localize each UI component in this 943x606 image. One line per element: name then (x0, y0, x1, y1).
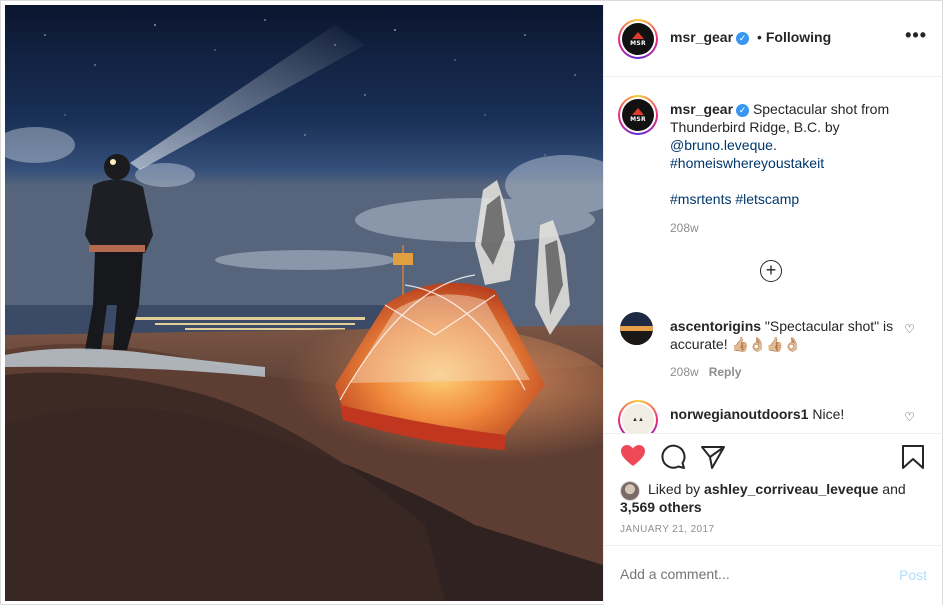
liker-username[interactable]: ashley_corriveau_leveque (704, 481, 878, 497)
comment-text: ascentorigins "Spectacular shot" is accu… (670, 317, 895, 353)
header-separator: • (756, 29, 762, 45)
profile-avatar[interactable]: MSR (618, 19, 658, 59)
caption-avatar[interactable]: MSR (618, 95, 658, 135)
bookmark-icon[interactable] (901, 444, 925, 475)
caption-time[interactable]: 208w (670, 221, 699, 235)
hashtag-letscamp[interactable]: #letscamp (735, 191, 799, 207)
following-button[interactable]: Following (766, 29, 831, 45)
caption-username[interactable]: msr_gear (670, 101, 733, 117)
comment-body: Nice! (812, 406, 845, 422)
norwegian-outdoors-logo-icon: ▲▲ (622, 404, 654, 433)
instagram-post: MSR msr_gear ✓ • Following ••• MSR msr_g… (0, 0, 943, 606)
comment-like-icon[interactable]: ♡ (904, 410, 915, 424)
plus-circle-icon[interactable]: + (760, 260, 782, 282)
comment-username[interactable]: norwegianoutdoors1 (670, 406, 808, 422)
msr-logo-icon: MSR (622, 23, 654, 55)
comment-like-icon[interactable]: ♡ (904, 322, 915, 336)
post-button[interactable]: Post (899, 567, 927, 583)
reply-button[interactable]: Reply (709, 365, 742, 379)
liked-by-prefix: Liked by (648, 481, 701, 497)
hashtag-homeiswhereyoustakeit[interactable]: #homeiswhereyoustakeit (670, 155, 824, 171)
comment-icon[interactable] (660, 444, 686, 475)
night-camp-photo (5, 5, 603, 601)
comment-meta: 208w Reply (670, 365, 741, 379)
add-comment-box: Post (604, 545, 943, 605)
comment-time[interactable]: 208w (670, 365, 699, 379)
hashtag-msrtents[interactable]: #msrtents (670, 191, 731, 207)
comment-input[interactable] (620, 566, 870, 582)
likes-summary: Liked by ashley_corriveau_leveque and 3,… (620, 480, 920, 516)
comments-list[interactable]: MSR msr_gear ✓ Spectacular shot from Thun… (604, 78, 943, 433)
liker-avatar[interactable] (620, 481, 640, 501)
caption-text: msr_gear ✓ Spectacular shot from Thunderb… (670, 100, 920, 208)
heart-filled-icon[interactable] (620, 444, 646, 473)
post-actions: Liked by ashley_corriveau_leveque and 3,… (604, 433, 943, 545)
verified-badge-icon: ✓ (736, 31, 750, 45)
likes-count[interactable]: 3,569 others (620, 499, 702, 515)
more-dots-icon[interactable]: ••• (905, 25, 927, 46)
verified-badge-icon: ✓ (736, 103, 750, 117)
comment-text: norwegianoutdoors1 Nice! (670, 405, 895, 423)
msr-logo-icon: MSR (622, 99, 654, 131)
post-side-panel: MSR msr_gear ✓ • Following ••• MSR msr_g… (603, 1, 943, 606)
commenter-avatar[interactable]: ▲▲ (618, 400, 658, 433)
post-photo[interactable] (5, 5, 603, 601)
caption-mention[interactable]: @bruno.leveque (670, 137, 773, 153)
comment-username[interactable]: ascentorigins (670, 318, 761, 334)
caption-period: . (772, 137, 777, 153)
share-icon[interactable] (700, 444, 726, 475)
header-username[interactable]: msr_gear (670, 29, 733, 45)
post-header: MSR msr_gear ✓ • Following ••• (604, 1, 943, 77)
commenter-avatar[interactable] (620, 312, 653, 345)
liked-by-conj: and (882, 481, 906, 497)
post-date[interactable]: JANUARY 21, 2017 (620, 524, 714, 535)
